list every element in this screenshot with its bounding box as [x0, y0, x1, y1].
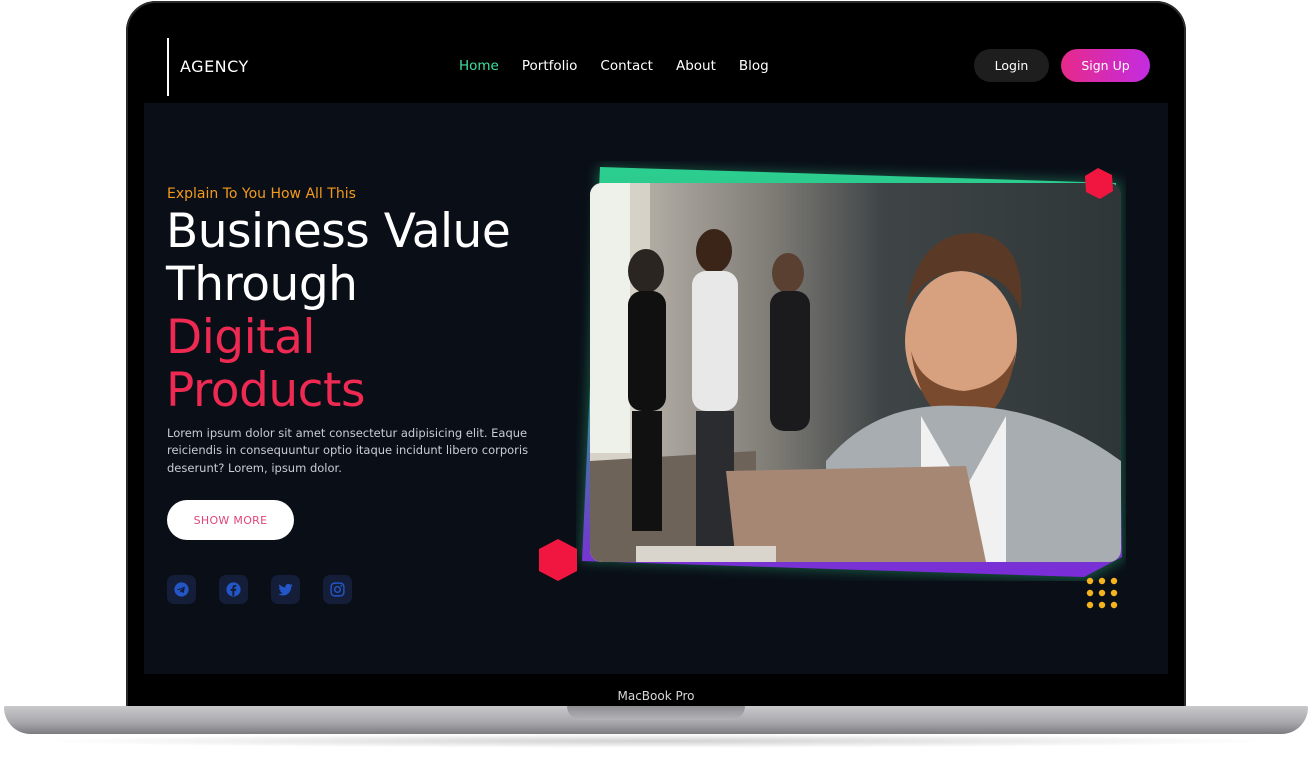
login-button[interactable]: Login: [974, 49, 1049, 82]
facebook-icon: [226, 582, 241, 597]
nav-link-about[interactable]: About: [676, 58, 716, 74]
show-more-button[interactable]: SHOW MORE: [167, 500, 294, 540]
headline-line-3: Digital: [166, 310, 315, 365]
nav-link-portfolio[interactable]: Portfolio: [522, 58, 578, 74]
logo[interactable]: AGENCY: [180, 57, 249, 76]
headline-line-4: Products: [166, 363, 365, 418]
headline-line-2: Through: [166, 257, 358, 312]
nav-link-home[interactable]: Home: [459, 58, 499, 74]
nav-link-blog[interactable]: Blog: [739, 58, 769, 74]
telegram-icon: [174, 582, 189, 597]
social-links: [167, 575, 352, 604]
social-link-instagram[interactable]: [323, 575, 352, 604]
logo-divider: [167, 38, 169, 96]
device-label: MacBook Pro: [617, 689, 695, 703]
twitter-icon: [278, 583, 293, 596]
social-link-facebook[interactable]: [219, 575, 248, 604]
headline-line-1: Business Value: [166, 204, 511, 259]
social-link-twitter[interactable]: [271, 575, 300, 604]
instagram-icon: [330, 582, 345, 597]
hero-section: Explain To You How All This Business Val…: [144, 103, 1168, 674]
laptop-shadow: [30, 734, 1282, 748]
signup-button[interactable]: Sign Up: [1061, 49, 1150, 82]
hero-headline: Business Value Through Digital Products: [166, 204, 511, 418]
laptop-hinge-notch: [567, 706, 745, 720]
hero-eyebrow: Explain To You How All This: [167, 186, 356, 202]
navbar: AGENCY Home Portfolio Contact About Blog…: [144, 30, 1168, 103]
hero-description: Lorem ipsum dolor sit amet consectetur a…: [167, 425, 529, 475]
social-link-telegram[interactable]: [167, 575, 196, 604]
nav-link-contact[interactable]: Contact: [600, 58, 653, 74]
hero-photo: [590, 183, 1121, 562]
nav-links: Home Portfolio Contact About Blog: [459, 58, 769, 74]
dots-decoration: [1086, 577, 1118, 609]
hexagon-decoration-bottom: [539, 539, 577, 581]
hero-image-frame: [580, 167, 1124, 581]
